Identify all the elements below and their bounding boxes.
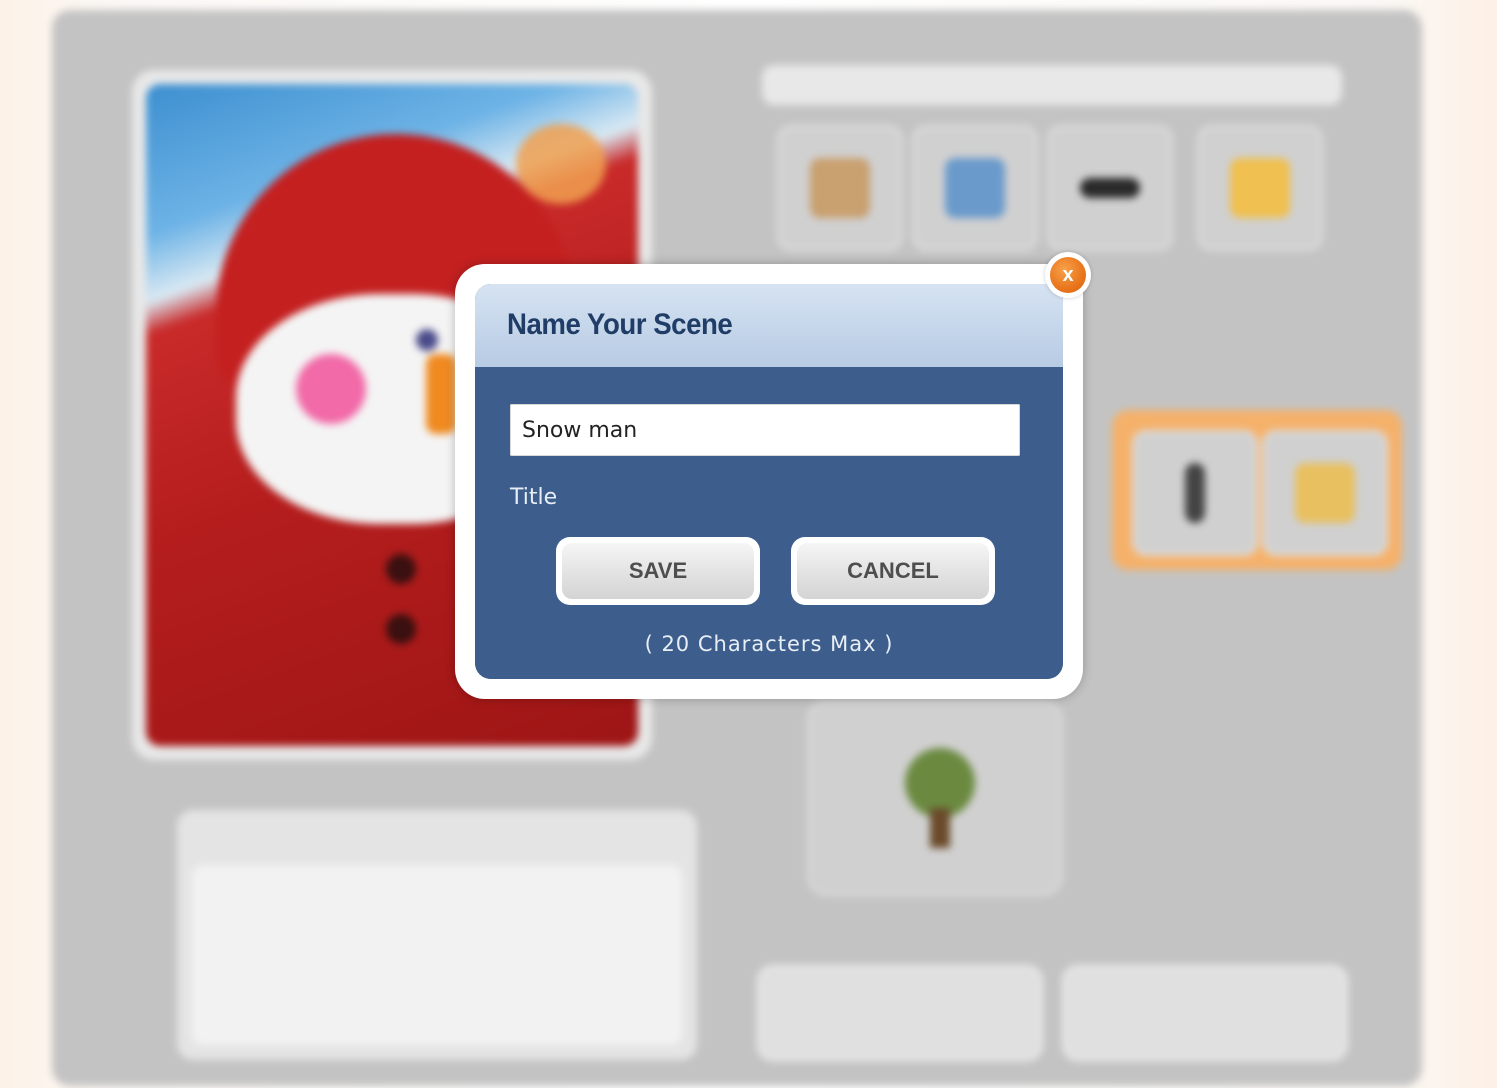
dialog-title: Name Your Scene <box>507 308 733 341</box>
bg-publish-button <box>1062 965 1348 1061</box>
customize-toolbar <box>752 65 1342 265</box>
bg-cancel-button <box>757 965 1043 1061</box>
folder-icon <box>1197 125 1323 251</box>
character-limit-note: ( 20 Characters Max ) <box>644 632 894 656</box>
cancel-button[interactable]: CANCEL <box>791 537 995 605</box>
folder-icon <box>1262 430 1388 556</box>
draw-toolbar <box>1112 370 1402 570</box>
scene-table <box>177 810 697 1060</box>
badge-icon <box>516 124 606 204</box>
name-scene-dialog: Name Your Scene Title SAVE CANCEL ( 20 C… <box>455 264 1083 699</box>
dialog-body: Title SAVE CANCEL ( 20 Characters Max ) <box>475 367 1063 679</box>
clothing-icon <box>912 125 1038 251</box>
dialog-panel: Name Your Scene Title SAVE CANCEL ( 20 C… <box>475 284 1063 679</box>
title-label: Title <box>510 485 558 510</box>
save-button[interactable]: SAVE <box>556 537 760 605</box>
pencil-icon <box>1132 430 1258 556</box>
glasses-icon <box>1047 125 1173 251</box>
character-icon <box>777 125 903 251</box>
save-button-label: SAVE <box>562 543 754 599</box>
close-button[interactable]: x <box>1045 252 1091 298</box>
tree-tile <box>807 700 1063 896</box>
scene-title-input[interactable] <box>510 404 1020 456</box>
dialog-header: Name Your Scene <box>475 284 1063 367</box>
close-icon: x <box>1050 257 1086 293</box>
cancel-button-label: CANCEL <box>797 543 989 599</box>
